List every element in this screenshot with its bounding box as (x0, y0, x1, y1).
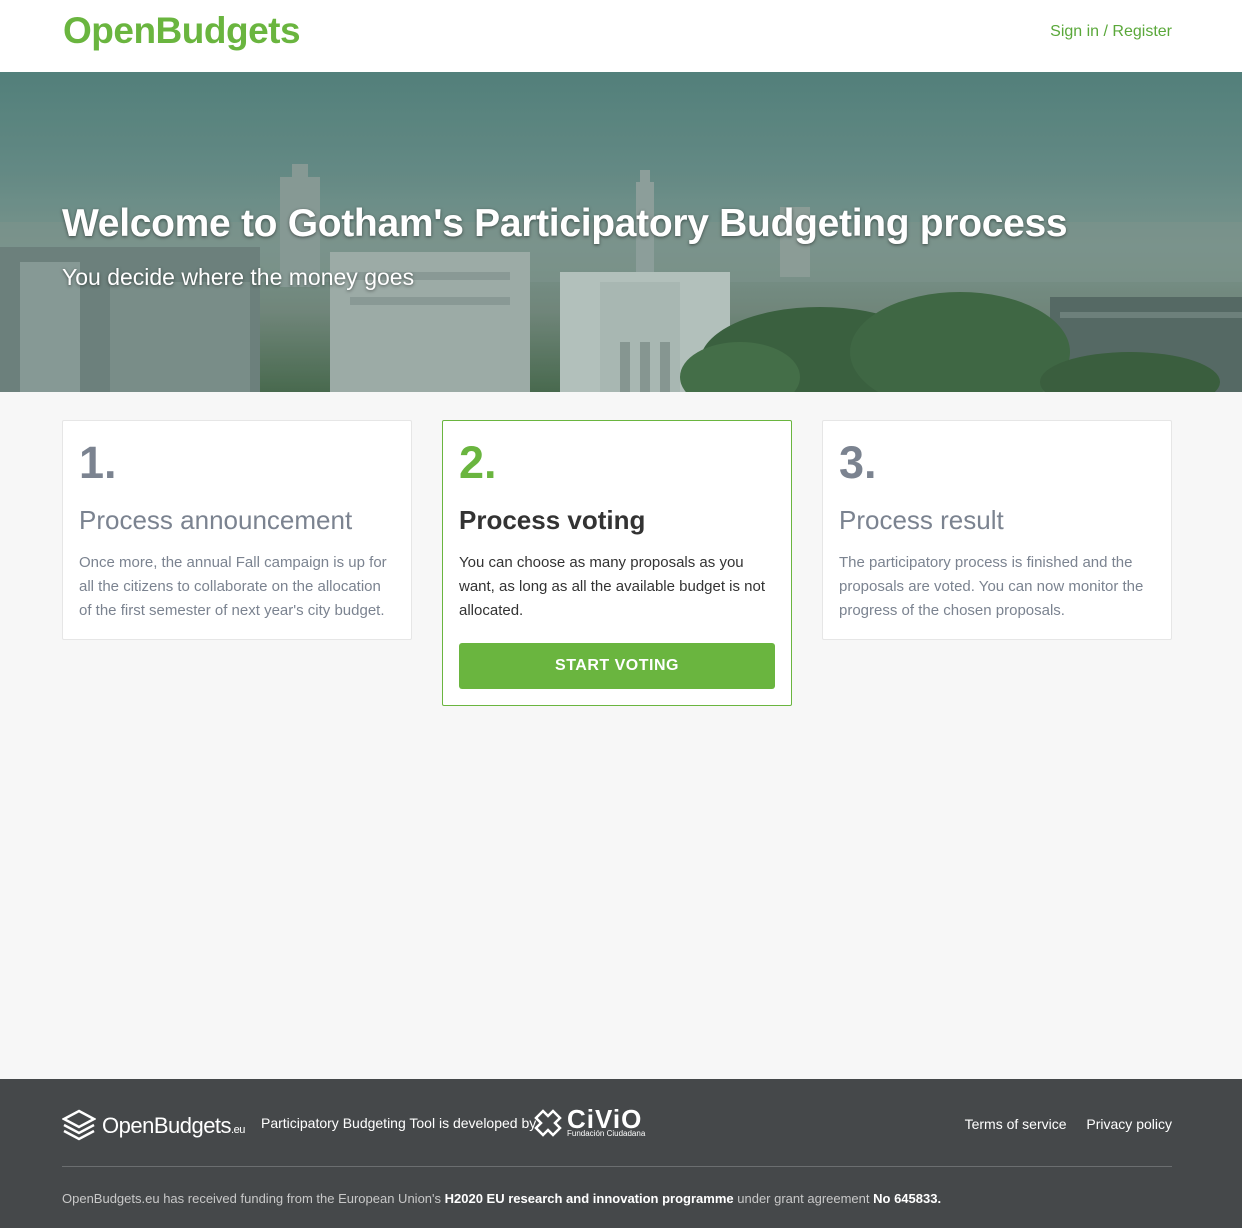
footer-openbudgets-logo[interactable]: OpenBudgets.eu (62, 1109, 245, 1143)
step-card-voting: 2. Process voting You can choose as many… (442, 420, 792, 706)
start-voting-button[interactable]: START VOTING (459, 643, 775, 689)
step-title: Process announcement (79, 505, 353, 535)
openbudgets-stack-icon (62, 1109, 96, 1141)
footer-logo-text: OpenBudgets (102, 1113, 232, 1138)
step-number: 1. (79, 437, 117, 488)
step-description: Once more, the annual Fall campaign is u… (79, 554, 387, 619)
funding-programme: H2020 EU research and innovation program… (444, 1191, 734, 1206)
civio-icon (534, 1108, 562, 1137)
brand-logo[interactable]: OpenBudgets (63, 10, 301, 52)
step-number: 3. (839, 437, 877, 488)
footer: OpenBudgets.eu Participatory Budgeting T… (0, 1079, 1242, 1228)
footer-logo-suffix: .eu (231, 1124, 245, 1136)
hero-subtitle: You decide where the money goes (62, 264, 415, 290)
step-card-announcement: 1. Process announcement Once more, the a… (62, 420, 412, 640)
funding-text-mid: under grant agreement (737, 1191, 870, 1206)
step-description: You can choose as many proposals as you … (459, 554, 766, 619)
footer-links: Terms of service Privacy policy (949, 1116, 1172, 1132)
footer-divider (62, 1166, 1172, 1167)
developed-by-text: Participatory Budgeting Tool is develope… (261, 1115, 537, 1131)
civio-subtitle: Fundación Ciudadana (567, 1129, 646, 1138)
step-description: The participatory process is finished an… (839, 554, 1144, 619)
funding-notice: OpenBudgets.eu has received funding from… (62, 1191, 941, 1206)
civio-name: CiViO (567, 1104, 643, 1134)
hero-banner: Welcome to Gotham's Participatory Budget… (0, 72, 1242, 392)
funding-text: OpenBudgets.eu has received funding from… (62, 1191, 442, 1206)
top-navbar: OpenBudgets Sign in / Register (0, 0, 1242, 72)
grant-number: No 645833. (873, 1191, 942, 1206)
step-title: Process result (839, 505, 1004, 535)
signin-register-link[interactable]: Sign in / Register (1050, 23, 1172, 41)
step-number: 2. (459, 437, 497, 488)
civio-logo[interactable]: CiViO Fundación Ciudadana (533, 1104, 646, 1138)
step-title: Process voting (459, 505, 646, 535)
terms-of-service-link[interactable]: Terms of service (965, 1116, 1067, 1132)
privacy-policy-link[interactable]: Privacy policy (1086, 1116, 1172, 1132)
hero-title: Welcome to Gotham's Participatory Budget… (62, 202, 1068, 245)
step-card-result: 3. Process result The participatory proc… (822, 420, 1172, 640)
